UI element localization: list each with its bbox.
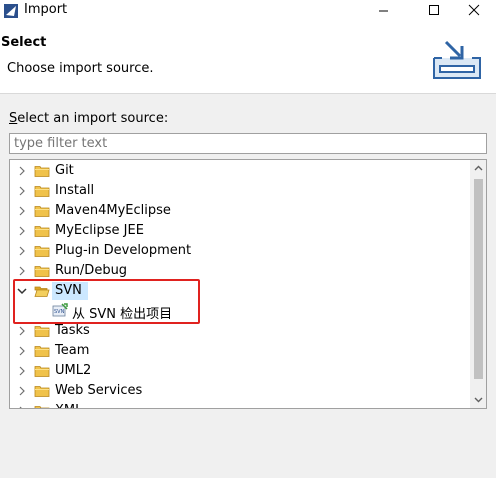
- tree-item-label: XML: [55, 403, 82, 408]
- folder-icon: [34, 386, 50, 397]
- tree-item[interactable]: Team: [10, 341, 470, 361]
- highlight-annotation: [13, 279, 200, 324]
- chevron-right-icon[interactable]: [16, 265, 28, 277]
- tree-item-label: Plug-in Development: [55, 243, 192, 258]
- folder-icon: [34, 406, 50, 408]
- title-bar: Import: [0, 0, 496, 22]
- chevron-right-icon[interactable]: [16, 365, 28, 377]
- chevron-right-icon[interactable]: [16, 225, 28, 237]
- scrollbar-thumb[interactable]: [474, 179, 483, 379]
- folder-icon: [34, 326, 50, 337]
- tree-item-label: Install: [55, 183, 95, 198]
- folder-icon: [34, 366, 50, 377]
- tree-item-label: Git: [55, 163, 74, 178]
- chevron-right-icon[interactable]: [16, 205, 28, 217]
- tree-item[interactable]: MyEclipse JEE: [10, 221, 470, 241]
- label-text: elect an import source:: [17, 111, 169, 126]
- tree-item[interactable]: Plug-in Development: [10, 241, 470, 261]
- chevron-right-icon[interactable]: [16, 325, 28, 337]
- scroll-up-icon[interactable]: [470, 160, 487, 177]
- tree-item-label: MyEclipse JEE: [55, 223, 144, 238]
- tree-item[interactable]: Tasks: [10, 321, 470, 341]
- chevron-right-icon[interactable]: [16, 185, 28, 197]
- folder-icon: [34, 346, 50, 357]
- page-description: Choose import source.: [7, 61, 154, 76]
- tree-item-label: Web Services: [55, 383, 143, 398]
- chevron-right-icon[interactable]: [16, 245, 28, 257]
- tree-item[interactable]: XML: [10, 401, 470, 408]
- import-tray-icon: [433, 40, 481, 79]
- page-title: Select: [1, 35, 47, 50]
- close-icon[interactable]: [450, 0, 496, 22]
- chevron-right-icon[interactable]: [16, 385, 28, 397]
- tree-item[interactable]: Run/Debug: [10, 261, 470, 281]
- tree-item[interactable]: Maven4MyEclipse: [10, 201, 470, 221]
- eclipse-app-icon: [4, 4, 18, 18]
- tree-item-label: UML2: [55, 363, 92, 378]
- tree-item-label: Team: [55, 343, 90, 358]
- vertical-scrollbar[interactable]: [470, 160, 487, 408]
- filter-input[interactable]: [9, 133, 487, 154]
- import-source-label: Select an import source:: [9, 111, 168, 126]
- folder-icon: [34, 186, 50, 197]
- scroll-down-icon[interactable]: [470, 391, 487, 408]
- chevron-right-icon[interactable]: [16, 345, 28, 357]
- tree-item-label: Tasks: [55, 323, 90, 338]
- folder-icon: [34, 166, 50, 177]
- wizard-header: Select Choose import source.: [0, 22, 496, 94]
- tree-item-label: Maven4MyEclipse: [55, 203, 171, 218]
- tree-item-label: Run/Debug: [55, 263, 128, 278]
- chevron-right-icon[interactable]: [16, 405, 28, 408]
- folder-icon: [34, 246, 50, 257]
- tree-item[interactable]: Web Services: [10, 381, 470, 401]
- folder-icon: [34, 206, 50, 217]
- folder-icon: [34, 226, 50, 237]
- tree-item[interactable]: Git: [10, 161, 470, 181]
- tree-item[interactable]: UML2: [10, 361, 470, 381]
- minimize-icon[interactable]: [360, 0, 406, 22]
- tree-item[interactable]: Install: [10, 181, 470, 201]
- folder-icon: [34, 266, 50, 277]
- window-title: Import: [24, 2, 68, 17]
- chevron-right-icon[interactable]: [16, 165, 28, 177]
